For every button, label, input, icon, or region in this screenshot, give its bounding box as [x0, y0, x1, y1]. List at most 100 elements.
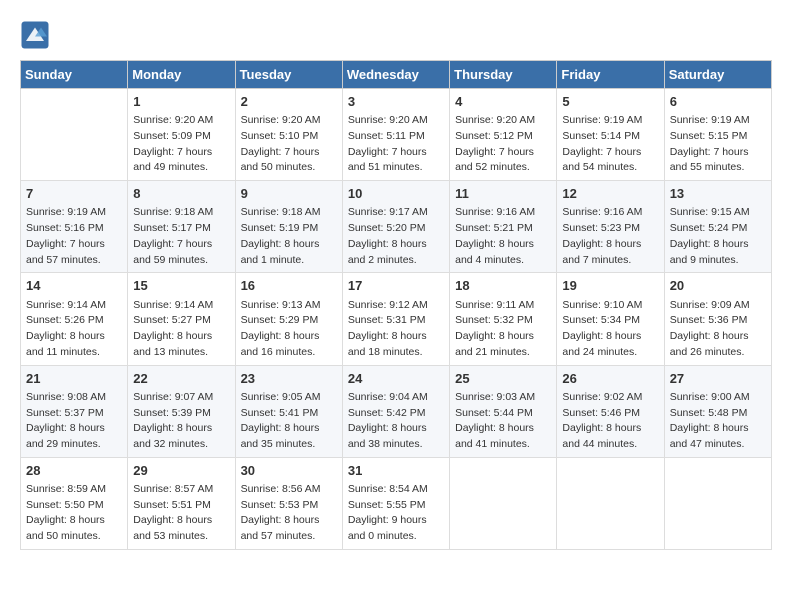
calendar-week-row: 14 Sunrise: 9:14 AM Sunset: 5:26 PM Dayli… — [21, 273, 772, 365]
calendar-cell: 1 Sunrise: 9:20 AM Sunset: 5:09 PM Daylig… — [128, 89, 235, 181]
calendar-cell: 25 Sunrise: 9:03 AM Sunset: 5:44 PM Dayli… — [450, 365, 557, 457]
day-info: Sunrise: 9:05 AM Sunset: 5:41 PM Dayligh… — [241, 390, 337, 453]
calendar-cell: 30Sunrise: 8:56 AM Sunset: 5:53 PM Dayli… — [235, 457, 342, 549]
calendar-week-row: 28 Sunrise: 8:59 AM Sunset: 5:50 PM Dayli… — [21, 457, 772, 549]
weekday-header: Friday — [557, 61, 664, 89]
calendar-cell: 9 Sunrise: 9:18 AM Sunset: 5:19 PM Daylig… — [235, 181, 342, 273]
calendar-cell: 11 Sunrise: 9:16 AM Sunset: 5:21 PM Dayli… — [450, 181, 557, 273]
calendar-cell: 10 Sunrise: 9:17 AM Sunset: 5:20 PM Dayli… — [342, 181, 449, 273]
day-number: 22 — [133, 370, 229, 388]
day-info: Sunrise: 9:13 AM Sunset: 5:29 PM Dayligh… — [241, 298, 337, 361]
day-info: Sunrise: 9:11 AM Sunset: 5:32 PM Dayligh… — [455, 298, 551, 361]
calendar-cell: 26 Sunrise: 9:02 AM Sunset: 5:46 PM Dayli… — [557, 365, 664, 457]
day-info: Sunrise: 9:18 AM Sunset: 5:19 PM Dayligh… — [241, 205, 337, 268]
calendar-cell: 24 Sunrise: 9:04 AM Sunset: 5:42 PM Dayli… — [342, 365, 449, 457]
calendar-cell: 22Sunrise: 9:07 AM Sunset: 5:39 PM Dayli… — [128, 365, 235, 457]
logo-icon — [20, 20, 50, 50]
calendar-cell: 4Sunrise: 9:20 AM Sunset: 5:12 PM Daylig… — [450, 89, 557, 181]
day-info: Sunrise: 9:08 AM Sunset: 5:37 PM Dayligh… — [26, 390, 122, 453]
calendar-cell: 31Sunrise: 8:54 AM Sunset: 5:55 PM Dayli… — [342, 457, 449, 549]
calendar-cell: 29Sunrise: 8:57 AM Sunset: 5:51 PM Dayli… — [128, 457, 235, 549]
day-info: Sunrise: 9:16 AM Sunset: 5:21 PM Dayligh… — [455, 205, 551, 268]
calendar-cell: 23 Sunrise: 9:05 AM Sunset: 5:41 PM Dayli… — [235, 365, 342, 457]
weekday-header: Tuesday — [235, 61, 342, 89]
day-info: Sunrise: 9:14 AM Sunset: 5:27 PM Dayligh… — [133, 298, 229, 361]
calendar-week-row: 21Sunrise: 9:08 AM Sunset: 5:37 PM Dayli… — [21, 365, 772, 457]
calendar-cell: 28 Sunrise: 8:59 AM Sunset: 5:50 PM Dayli… — [21, 457, 128, 549]
day-info: Sunrise: 9:18 AM Sunset: 5:17 PM Dayligh… — [133, 205, 229, 268]
day-number: 20 — [670, 277, 766, 295]
calendar-cell: 19Sunrise: 9:10 AM Sunset: 5:34 PM Dayli… — [557, 273, 664, 365]
day-number: 25 — [455, 370, 551, 388]
day-info: Sunrise: 8:59 AM Sunset: 5:50 PM Dayligh… — [26, 482, 122, 545]
weekday-header: Wednesday — [342, 61, 449, 89]
day-info: Sunrise: 9:09 AM Sunset: 5:36 PM Dayligh… — [670, 298, 766, 361]
calendar-cell: 18 Sunrise: 9:11 AM Sunset: 5:32 PM Dayli… — [450, 273, 557, 365]
day-number: 23 — [241, 370, 337, 388]
weekday-row: SundayMondayTuesdayWednesdayThursdayFrid… — [21, 61, 772, 89]
day-info: Sunrise: 9:20 AM Sunset: 5:11 PM Dayligh… — [348, 113, 444, 176]
day-info: Sunrise: 9:15 AM Sunset: 5:24 PM Dayligh… — [670, 205, 766, 268]
day-number: 2 — [241, 93, 337, 111]
day-number: 14 — [26, 277, 122, 295]
day-number: 19 — [562, 277, 658, 295]
calendar-week-row: 7Sunrise: 9:19 AM Sunset: 5:16 PM Daylig… — [21, 181, 772, 273]
calendar-cell — [557, 457, 664, 549]
day-number: 30 — [241, 462, 337, 480]
day-info: Sunrise: 9:20 AM Sunset: 5:10 PM Dayligh… — [241, 113, 337, 176]
calendar: SundayMondayTuesdayWednesdayThursdayFrid… — [20, 60, 772, 550]
calendar-header: SundayMondayTuesdayWednesdayThursdayFrid… — [21, 61, 772, 89]
calendar-cell: 2 Sunrise: 9:20 AM Sunset: 5:10 PM Daylig… — [235, 89, 342, 181]
calendar-cell: 15 Sunrise: 9:14 AM Sunset: 5:27 PM Dayli… — [128, 273, 235, 365]
calendar-cell — [21, 89, 128, 181]
calendar-cell: 3 Sunrise: 9:20 AM Sunset: 5:11 PM Daylig… — [342, 89, 449, 181]
day-number: 1 — [133, 93, 229, 111]
day-info: Sunrise: 9:04 AM Sunset: 5:42 PM Dayligh… — [348, 390, 444, 453]
day-number: 11 — [455, 185, 551, 203]
calendar-week-row: 1 Sunrise: 9:20 AM Sunset: 5:09 PM Daylig… — [21, 89, 772, 181]
day-number: 3 — [348, 93, 444, 111]
calendar-cell — [450, 457, 557, 549]
day-info: Sunrise: 9:19 AM Sunset: 5:15 PM Dayligh… — [670, 113, 766, 176]
calendar-cell: 13 Sunrise: 9:15 AM Sunset: 5:24 PM Dayli… — [664, 181, 771, 273]
day-number: 6 — [670, 93, 766, 111]
calendar-cell: 20 Sunrise: 9:09 AM Sunset: 5:36 PM Dayli… — [664, 273, 771, 365]
day-info: Sunrise: 9:00 AM Sunset: 5:48 PM Dayligh… — [670, 390, 766, 453]
weekday-header: Thursday — [450, 61, 557, 89]
day-info: Sunrise: 9:03 AM Sunset: 5:44 PM Dayligh… — [455, 390, 551, 453]
weekday-header: Sunday — [21, 61, 128, 89]
calendar-cell: 5Sunrise: 9:19 AM Sunset: 5:14 PM Daylig… — [557, 89, 664, 181]
day-number: 31 — [348, 462, 444, 480]
day-number: 17 — [348, 277, 444, 295]
calendar-cell: 21Sunrise: 9:08 AM Sunset: 5:37 PM Dayli… — [21, 365, 128, 457]
page-header — [20, 20, 772, 50]
day-number: 16 — [241, 277, 337, 295]
day-number: 15 — [133, 277, 229, 295]
calendar-cell: 27 Sunrise: 9:00 AM Sunset: 5:48 PM Dayli… — [664, 365, 771, 457]
day-number: 18 — [455, 277, 551, 295]
day-info: Sunrise: 9:20 AM Sunset: 5:09 PM Dayligh… — [133, 113, 229, 176]
day-info: Sunrise: 9:19 AM Sunset: 5:16 PM Dayligh… — [26, 205, 122, 268]
calendar-cell: 12 Sunrise: 9:16 AM Sunset: 5:23 PM Dayli… — [557, 181, 664, 273]
weekday-header: Saturday — [664, 61, 771, 89]
day-info: Sunrise: 9:02 AM Sunset: 5:46 PM Dayligh… — [562, 390, 658, 453]
day-info: Sunrise: 9:14 AM Sunset: 5:26 PM Dayligh… — [26, 298, 122, 361]
calendar-cell: 7Sunrise: 9:19 AM Sunset: 5:16 PM Daylig… — [21, 181, 128, 273]
day-number: 9 — [241, 185, 337, 203]
calendar-cell: 8Sunrise: 9:18 AM Sunset: 5:17 PM Daylig… — [128, 181, 235, 273]
day-info: Sunrise: 9:16 AM Sunset: 5:23 PM Dayligh… — [562, 205, 658, 268]
calendar-cell: 17Sunrise: 9:12 AM Sunset: 5:31 PM Dayli… — [342, 273, 449, 365]
calendar-cell: 16 Sunrise: 9:13 AM Sunset: 5:29 PM Dayli… — [235, 273, 342, 365]
day-number: 26 — [562, 370, 658, 388]
day-number: 28 — [26, 462, 122, 480]
day-number: 12 — [562, 185, 658, 203]
day-number: 10 — [348, 185, 444, 203]
day-number: 29 — [133, 462, 229, 480]
day-info: Sunrise: 9:17 AM Sunset: 5:20 PM Dayligh… — [348, 205, 444, 268]
day-number: 27 — [670, 370, 766, 388]
day-number: 24 — [348, 370, 444, 388]
day-number: 4 — [455, 93, 551, 111]
day-number: 13 — [670, 185, 766, 203]
calendar-body: 1 Sunrise: 9:20 AM Sunset: 5:09 PM Daylig… — [21, 89, 772, 550]
calendar-cell: 14 Sunrise: 9:14 AM Sunset: 5:26 PM Dayli… — [21, 273, 128, 365]
